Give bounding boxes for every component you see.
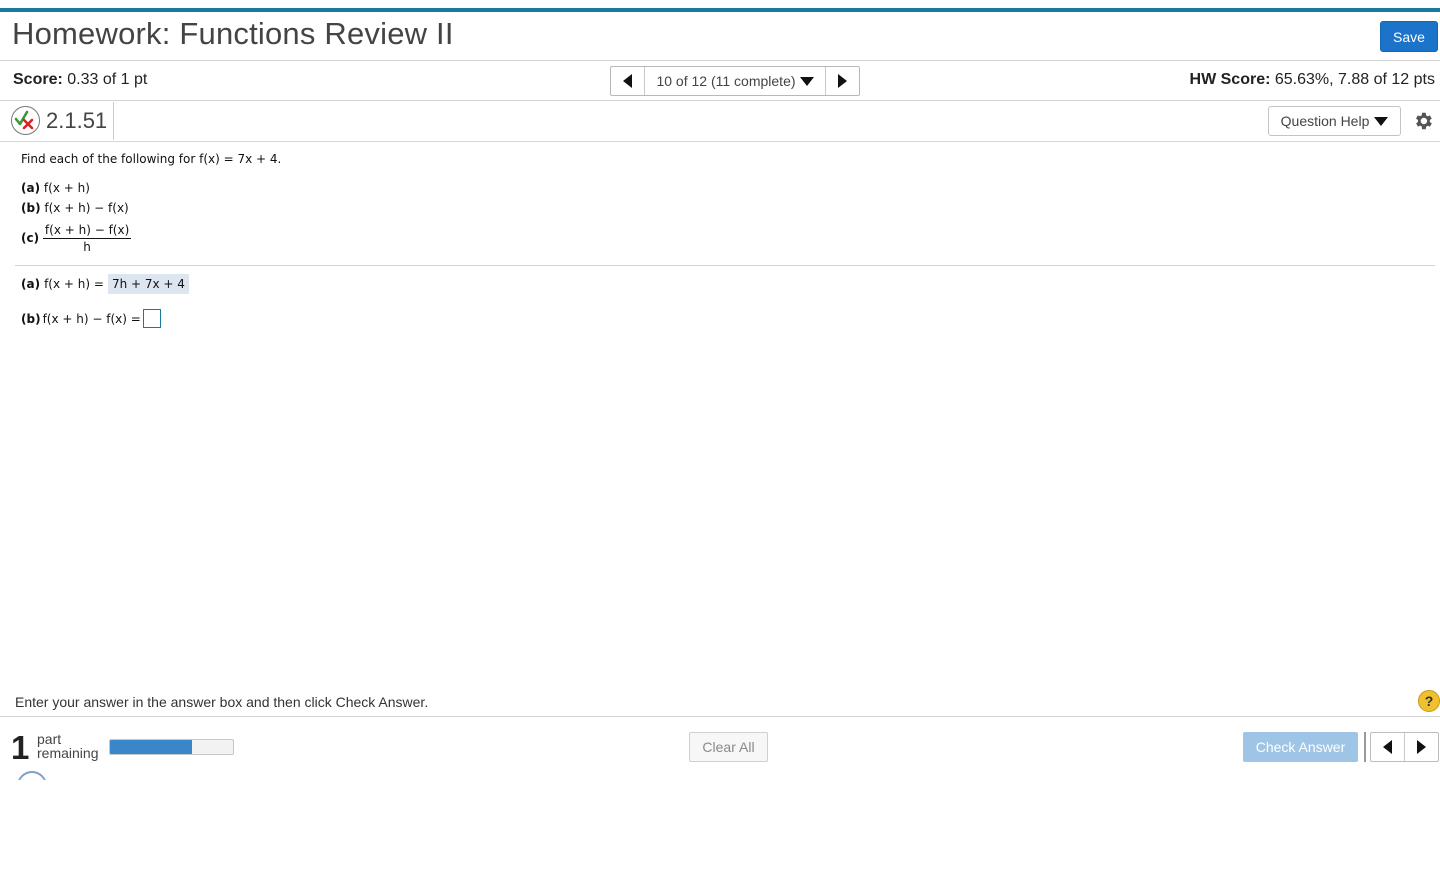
fraction-denominator: h [83,240,91,254]
answer-expression: f(x + h) = [44,277,104,291]
part-label: (a) [21,181,41,195]
divider [0,60,1440,61]
answer-part-b: (b) f(x + h) − f(x) = [21,309,161,328]
previous-question-button[interactable] [611,67,645,95]
fraction-numerator: f(x + h) − f(x) [42,223,132,239]
divider [0,100,1440,101]
answer-part-a: (a) f(x + h) = 7h + 7x + 4 [21,274,189,294]
answer-a-value[interactable]: 7h + 7x + 4 [107,274,189,294]
problem-part-b: (b) f(x + h) − f(x) [21,201,129,215]
bottom-question-navigator [1370,732,1439,762]
part-label: (b) [21,201,41,215]
caret-down-icon [1374,116,1389,126]
check-answer-button[interactable]: Check Answer [1243,732,1358,762]
page-title: Homework: Functions Review II [12,16,454,51]
hw-score-label: HW Score: [1189,71,1271,88]
divider [113,102,114,140]
fraction: f(x + h) − f(x) h [42,223,132,254]
divider [1364,732,1366,762]
question-select-dropdown[interactable]: 10 of 12 (11 complete) [645,67,825,95]
problem-part-c: (c) f(x + h) − f(x) h [21,223,132,254]
next-question-button[interactable] [825,67,859,95]
problem-statement: Find each of the following for f(x) = 7x… [21,152,282,166]
remaining-word: remaining [37,745,99,761]
instruction-text: Enter your answer in the answer box and … [15,694,429,710]
question-help-label: Question Help [1280,113,1370,129]
previous-question-button[interactable] [1371,733,1405,761]
score-display: Score: 0.33 of 1 pt [13,71,147,89]
score-value: 0.33 of 1 pt [67,71,148,88]
problem-part-a: (a) f(x + h) [21,181,90,195]
partial-correct-icon [11,106,40,135]
answer-label: (a) [21,277,41,291]
top-accent-bar [0,8,1440,12]
progress-fill [110,740,193,754]
partial-circle-icon [17,771,47,780]
next-question-button[interactable] [1405,733,1438,761]
part-expression: f(x + h) − f(x) [44,201,129,215]
gear-icon[interactable] [1412,110,1434,132]
answer-b-input[interactable] [142,309,161,328]
parts-remaining-count: 1 [11,729,30,766]
help-icon[interactable]: ? [1418,690,1440,712]
part-label: (c) [21,231,40,245]
chevron-right-icon [1417,740,1426,754]
divider [0,716,1440,717]
caret-down-icon [799,76,814,86]
answer-label: (b) [21,311,41,326]
question-navigator: 10 of 12 (11 complete) [610,66,860,96]
answer-expression: f(x + h) − f(x) = [42,311,141,326]
save-button[interactable]: Save [1380,21,1438,52]
chevron-left-icon [623,74,632,88]
parts-remaining-label: part remaining [37,732,98,760]
chevron-left-icon [1383,740,1392,754]
question-help-button[interactable]: Question Help [1268,106,1401,136]
divider [0,141,1440,142]
part-expression: f(x + h) [43,181,90,195]
question-id: 2.1.51 [46,108,108,133]
divider [15,265,1435,266]
progress-bar [109,739,234,755]
score-label: Score: [13,71,63,88]
chevron-right-icon [838,74,847,88]
hw-score-value: 65.63%, 7.88 of 12 pts [1274,71,1435,88]
hw-score-display: HW Score: 65.63%, 7.88 of 12 pts [1190,71,1435,89]
question-position: 10 of 12 (11 complete) [656,73,796,89]
clear-all-button[interactable]: Clear All [689,732,768,762]
